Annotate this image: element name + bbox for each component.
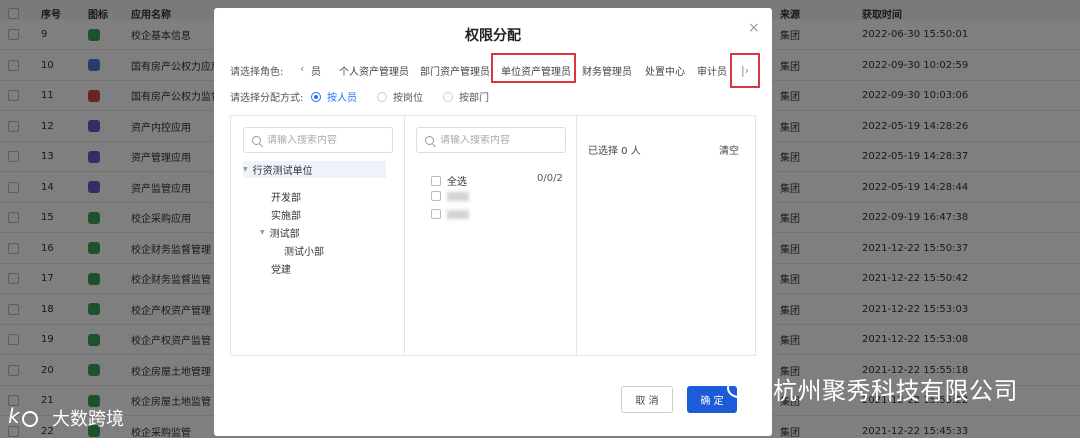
tree-search-input[interactable] bbox=[267, 134, 377, 146]
blurred-member-name bbox=[447, 191, 469, 201]
brand-watermark: 大数跨境 bbox=[8, 404, 124, 431]
selection-count: 0/0/2 bbox=[537, 173, 563, 184]
member-checkbox[interactable] bbox=[431, 191, 469, 201]
role-tab-disposal[interactable]: 处置中心 bbox=[645, 63, 685, 78]
blurred-member-name bbox=[447, 209, 469, 219]
select-all-label: 全选 bbox=[447, 177, 467, 188]
tree-node-party[interactable]: 党建 bbox=[271, 261, 291, 276]
role-tab-auditor[interactable]: 审计员 bbox=[697, 63, 727, 78]
role-tab-personal-asset[interactable]: 个人资产管理员 bbox=[339, 63, 409, 78]
role-label: 请选择角色: bbox=[230, 67, 284, 78]
caret-down-icon[interactable]: ▼ bbox=[260, 229, 265, 236]
company-watermark: 杭州聚秀科技有限公司 bbox=[727, 371, 1018, 406]
chevron-left-icon[interactable]: ‹ bbox=[300, 62, 304, 75]
tree-node-root[interactable]: ▼ 行资测试单位 bbox=[243, 161, 386, 178]
member-search[interactable] bbox=[416, 127, 566, 153]
radio-label: 按人员 bbox=[327, 93, 357, 104]
role-tab-partial[interactable]: 员 bbox=[311, 63, 321, 78]
role-tab-finance[interactable]: 财务管理员 bbox=[582, 63, 632, 78]
modal-title: 权限分配 bbox=[465, 28, 521, 44]
tree-node-test[interactable]: ▼ 测试部 bbox=[260, 225, 300, 240]
search-icon bbox=[252, 135, 261, 145]
tree-node-dev[interactable]: 开发部 bbox=[271, 189, 301, 204]
tree-node-impl[interactable]: 实施部 bbox=[271, 207, 301, 222]
member-checkbox[interactable] bbox=[431, 209, 469, 219]
close-icon[interactable]: × bbox=[748, 20, 760, 36]
radio-label: 按部门 bbox=[459, 93, 489, 104]
radio-by-post[interactable]: 按岗位 bbox=[377, 89, 423, 104]
radio-dot-icon bbox=[377, 91, 387, 102]
tree-node-label: 测试部 bbox=[269, 229, 300, 240]
radio-by-dept[interactable]: 按部门 bbox=[443, 89, 489, 104]
brand-name: 大数跨境 bbox=[52, 409, 124, 430]
chevron-right-icon[interactable]: |› bbox=[730, 53, 760, 88]
member-search-input[interactable] bbox=[440, 134, 550, 146]
mode-label: 请选择分配方式: bbox=[230, 93, 304, 104]
radio-by-person[interactable]: 按人员 bbox=[311, 89, 357, 104]
cancel-button[interactable]: 取 消 bbox=[621, 386, 673, 413]
tree-node-test-sub[interactable]: 测试小部 bbox=[284, 243, 324, 258]
radio-dot-icon bbox=[311, 91, 321, 102]
search-icon bbox=[425, 135, 434, 145]
brand-logo-icon bbox=[8, 404, 48, 429]
clear-link[interactable]: 清空 bbox=[719, 142, 739, 157]
caret-down-icon[interactable]: ▼ bbox=[243, 166, 248, 173]
permission-modal: 权限分配 × 请选择角色: ‹ 员 个人资产管理员 部门资产管理员 单位资产管理… bbox=[214, 8, 772, 436]
selected-summary: 已选择 0 人 bbox=[588, 146, 641, 157]
role-tab-dept-asset[interactable]: 部门资产管理员 bbox=[420, 63, 490, 78]
select-all-checkbox[interactable]: 全选 bbox=[431, 173, 467, 188]
company-name: 杭州聚秀科技有限公司 bbox=[773, 377, 1018, 405]
radio-label: 按岗位 bbox=[393, 93, 423, 104]
role-tab-unit-asset[interactable]: 单位资产管理员 bbox=[501, 63, 571, 78]
radio-dot-icon bbox=[443, 91, 453, 102]
wechat-icon bbox=[727, 377, 761, 403]
transfer-panels: ▼ 行资测试单位 开发部 实施部 ▼ 测试部 测试小部 党建 全选 0/0/2 已选… bbox=[230, 115, 756, 356]
tree-node-label: 行资测试单位 bbox=[252, 166, 313, 177]
tree-search[interactable] bbox=[243, 127, 393, 153]
